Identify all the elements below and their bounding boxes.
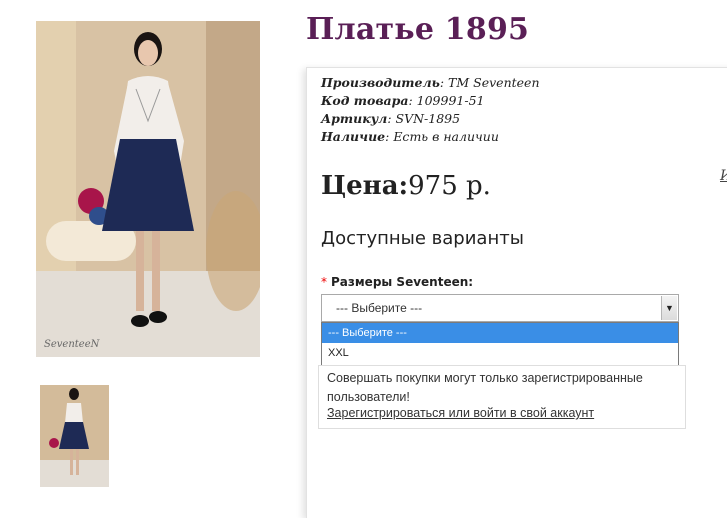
- login-notice-message: Совершать покупки могут только зарегистр…: [327, 371, 643, 404]
- product-thumbnail[interactable]: [40, 385, 109, 487]
- info-availability: Наличие: Есть в наличии: [321, 129, 499, 144]
- size-select-value: --- Выберите ---: [336, 301, 423, 315]
- price-value: 975 р.: [408, 171, 491, 201]
- size-label: * Размеры Seventeen:: [321, 275, 474, 289]
- product-details-panel: Производитель: TM Seventeen Код товара: …: [306, 67, 727, 518]
- product-info-list: Производитель: TM Seventeen Код товара: …: [321, 74, 540, 146]
- woman-in-dress-image: SeventeeN: [36, 21, 260, 357]
- photo-watermark: SeventeeN: [44, 339, 101, 350]
- required-mark: *: [321, 275, 327, 289]
- size-option-xxl[interactable]: XXL: [322, 343, 678, 363]
- info-article: Артикул: SVN-1895: [321, 111, 461, 126]
- info-product-code: Код товара: 109991-51: [321, 93, 485, 108]
- side-link[interactable]: И: [720, 168, 727, 184]
- price-label: Цена:: [321, 171, 409, 201]
- product-title: Платье 1895: [306, 12, 530, 47]
- product-price: Цена:975 р.: [321, 171, 491, 201]
- product-main-image[interactable]: SeventeeN: [36, 21, 260, 357]
- chevron-down-icon[interactable]: ▼: [661, 296, 677, 320]
- login-notice: Совершать покупки могут только зарегистр…: [318, 365, 686, 429]
- login-register-link[interactable]: Зарегистрироваться или войти в свой акка…: [327, 406, 594, 420]
- size-option-placeholder[interactable]: --- Выберите ---: [322, 323, 678, 343]
- thumbnail-image: [40, 385, 109, 487]
- size-dropdown-list: --- Выберите --- XXL: [321, 322, 679, 366]
- variants-heading: Доступные варианты: [321, 228, 524, 249]
- info-manufacturer: Производитель: TM Seventeen: [321, 75, 540, 90]
- size-select[interactable]: --- Выберите --- ▼: [321, 294, 679, 322]
